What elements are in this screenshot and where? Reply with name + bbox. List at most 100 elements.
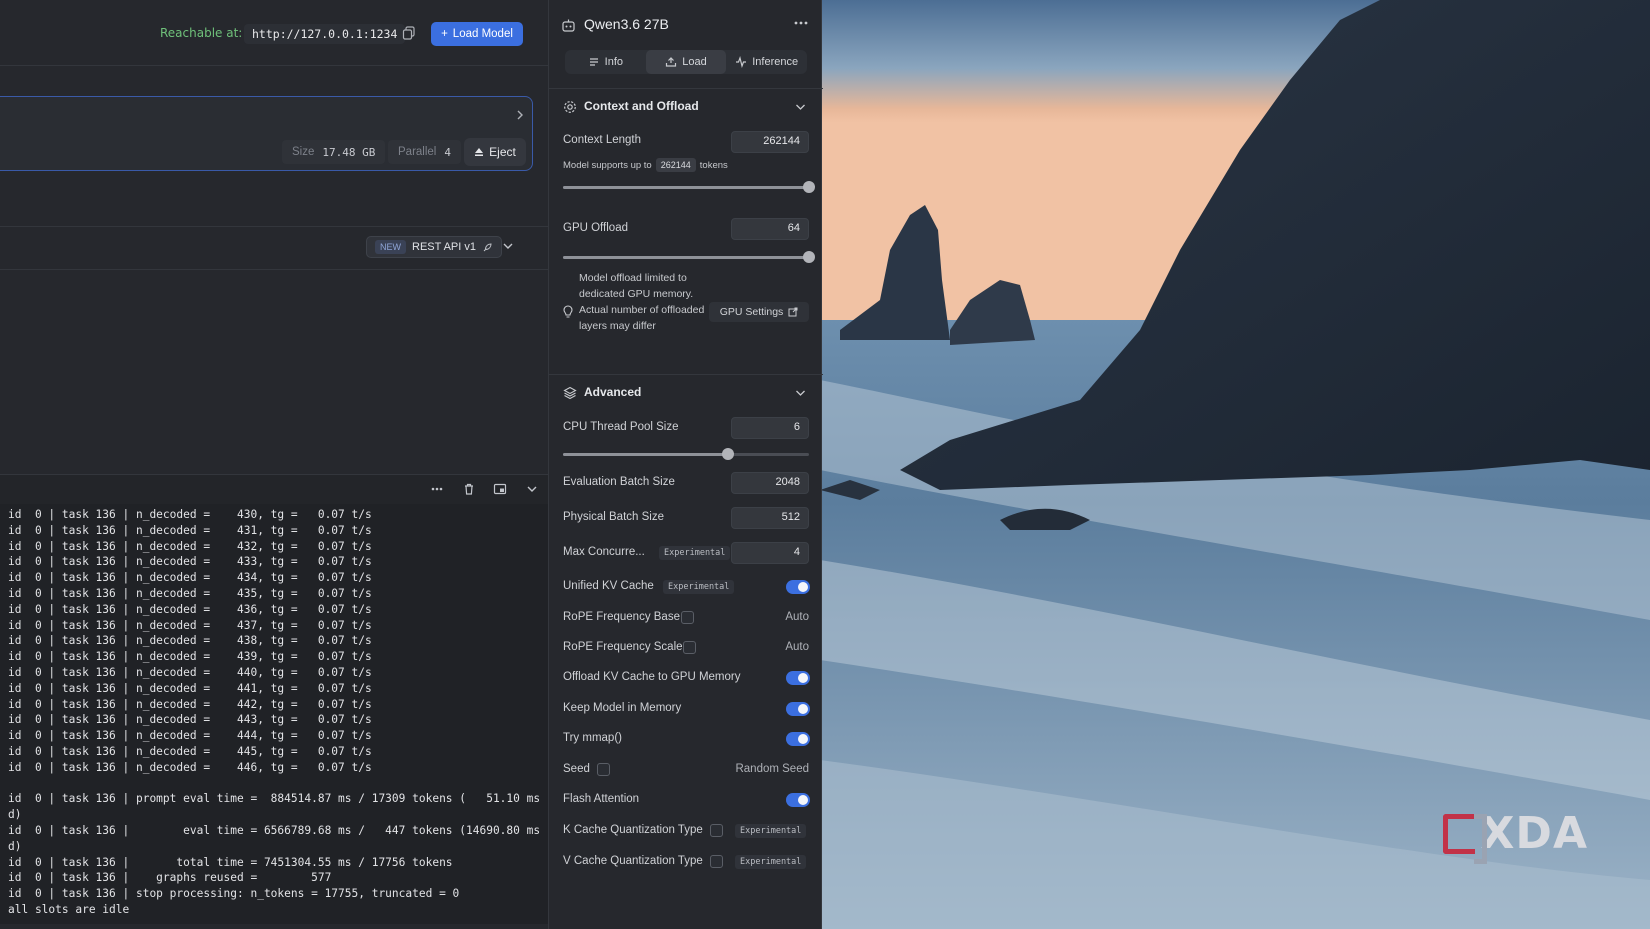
upload-tray-icon [666, 57, 677, 67]
gpu-offload-input[interactable]: 64 [731, 218, 809, 240]
context-support-note: Model supports up to 262144 tokens [563, 158, 728, 172]
log-line: id 0 | task 136 | prompt eval time = 884… [8, 792, 541, 806]
size-label: Size [292, 146, 315, 158]
log-line: id 0 | task 136 | n_decoded = 438, tg = … [8, 634, 372, 648]
gear-icon [564, 101, 576, 113]
log-line: id 0 | task 136 | n_decoded = 431, tg = … [8, 523, 372, 537]
log-line: id 0 | task 136 | n_decoded = 445, tg = … [8, 744, 372, 758]
xda-logo-mark-icon [1442, 813, 1487, 864]
parallel-value: 4 [444, 145, 451, 159]
size-value: 17.48 GB [322, 145, 376, 159]
context-offload-section-header[interactable]: Context and Offload [549, 88, 823, 124]
max-concurrent-label: Max Concurre... [563, 546, 645, 558]
experimental-tag: Experimental [735, 824, 807, 838]
robot-icon [562, 19, 575, 32]
physical-batch-label: Physical Batch Size [563, 511, 664, 523]
rope-base-checkbox[interactable] [681, 611, 694, 624]
experimental-tag: Experimental [659, 546, 731, 560]
experimental-tag: Experimental [735, 855, 807, 869]
context-length-label: Context Length [563, 134, 642, 146]
log-line: all slots are idle [8, 902, 130, 916]
new-badge: NEW [375, 240, 406, 254]
log-line: id 0 | task 136 | n_decoded = 434, tg = … [8, 571, 372, 585]
offload-kv-toggle[interactable] [786, 671, 810, 685]
layers-icon [563, 386, 577, 400]
supports-value: 262144 [655, 158, 696, 172]
v-cache-checkbox[interactable] [710, 855, 723, 868]
eval-batch-input[interactable]: 2048 [731, 472, 809, 494]
seed-value: Random Seed [735, 763, 809, 775]
log-line: d) [8, 808, 22, 822]
chevron-down-icon [796, 104, 805, 110]
eject-button[interactable]: Eject [464, 138, 526, 166]
more-options-icon[interactable] [430, 482, 444, 496]
slider-knob[interactable] [721, 448, 734, 460]
advanced-label: Advanced [584, 385, 642, 399]
eject-icon [475, 148, 484, 156]
gpu-settings-label: GPU Settings [719, 306, 784, 318]
trash-icon[interactable] [462, 482, 476, 496]
gpu-offload-slider[interactable] [563, 251, 815, 263]
chevron-right-icon[interactable] [515, 108, 525, 122]
chevron-down-icon [796, 390, 805, 396]
cpu-thread-input[interactable]: 6 [731, 417, 809, 439]
cpu-thread-slider[interactable] [563, 448, 809, 460]
context-length-input[interactable]: 262144 [731, 131, 809, 153]
flash-attention-toggle[interactable] [786, 793, 810, 807]
seed-checkbox[interactable] [597, 763, 610, 776]
collapse-chevron-icon[interactable] [525, 482, 539, 496]
seed-label: Seed [563, 763, 590, 775]
log-line: id 0 | task 136 | graphs reused = 577 [8, 871, 332, 885]
chevron-down-icon[interactable] [502, 241, 514, 251]
max-concurrent-input[interactable]: 4 [731, 542, 809, 564]
coastal-landscape-image [820, 0, 1650, 929]
more-options-icon[interactable] [793, 18, 809, 28]
copy-icon[interactable] [402, 26, 416, 40]
advanced-section-header[interactable]: Advanced [549, 374, 823, 410]
tab-load[interactable]: Load [645, 50, 727, 74]
gpu-offload-label: GPU Offload [563, 222, 628, 234]
rest-api-pill[interactable]: NEW REST API v1 [366, 236, 502, 258]
window-icon[interactable] [493, 482, 507, 496]
flash-attention-label: Flash Attention [563, 793, 640, 805]
rope-scale-checkbox[interactable] [683, 641, 696, 654]
activity-icon [736, 56, 747, 68]
tab-inference-label: Inference [752, 56, 799, 68]
rest-api-label: REST API v1 [412, 241, 476, 253]
rope-scale-label: RoPE Frequency Scale [563, 641, 683, 653]
log-line: id 0 | task 136 | eval time = 6566789.68… [8, 823, 541, 837]
gpu-settings-button[interactable]: GPU Settings [709, 302, 809, 322]
unified-kv-toggle[interactable] [786, 580, 810, 594]
mmap-toggle[interactable] [786, 732, 810, 746]
list-icon [589, 58, 598, 66]
tab-inference[interactable]: Inference [726, 50, 807, 74]
tab-load-label: Load [682, 56, 707, 68]
load-model-button[interactable]: + Load Model [431, 22, 523, 46]
lightbulb-icon [563, 305, 573, 318]
log-line: id 0 | task 136 | n_decoded = 446, tg = … [8, 760, 372, 774]
log-line: d) [8, 839, 22, 853]
slider-knob[interactable] [803, 181, 815, 193]
unified-kv-label: Unified KV Cache [563, 580, 654, 592]
experimental-tag: Experimental [663, 580, 735, 594]
log-line: id 0 | task 136 | total time = 7451304.5… [8, 855, 453, 869]
eval-batch-label: Evaluation Batch Size [563, 476, 675, 488]
supports-suffix: tokens [699, 159, 728, 171]
log-line: id 0 | task 136 | n_decoded = 433, tg = … [8, 555, 372, 569]
keep-memory-toggle[interactable] [786, 702, 810, 716]
slider-knob[interactable] [803, 251, 815, 263]
offload-note: Model offload limited to dedicated GPU m… [579, 272, 705, 332]
context-length-slider[interactable] [563, 181, 815, 193]
log-line: id 0 | task 136 | n_decoded = 432, tg = … [8, 539, 372, 553]
k-cache-checkbox[interactable] [710, 824, 723, 837]
physical-batch-input[interactable]: 512 [731, 507, 809, 529]
v-cache-label: V Cache Quantization Type [563, 855, 703, 867]
size-chip: Size 17.48 GB [282, 140, 386, 164]
server-url[interactable]: http://127.0.0.1:1234 [244, 24, 406, 44]
log-line: id 0 | task 136 | n_decoded = 439, tg = … [8, 650, 372, 664]
rope-base-label: RoPE Frequency Base [563, 611, 680, 623]
rope-base-value: Auto [785, 611, 809, 623]
tab-info[interactable]: Info [565, 50, 646, 74]
model-settings-panel: Qwen3.6 27B Info Load Inference Context … [548, 0, 823, 929]
slider-fill [563, 256, 809, 259]
